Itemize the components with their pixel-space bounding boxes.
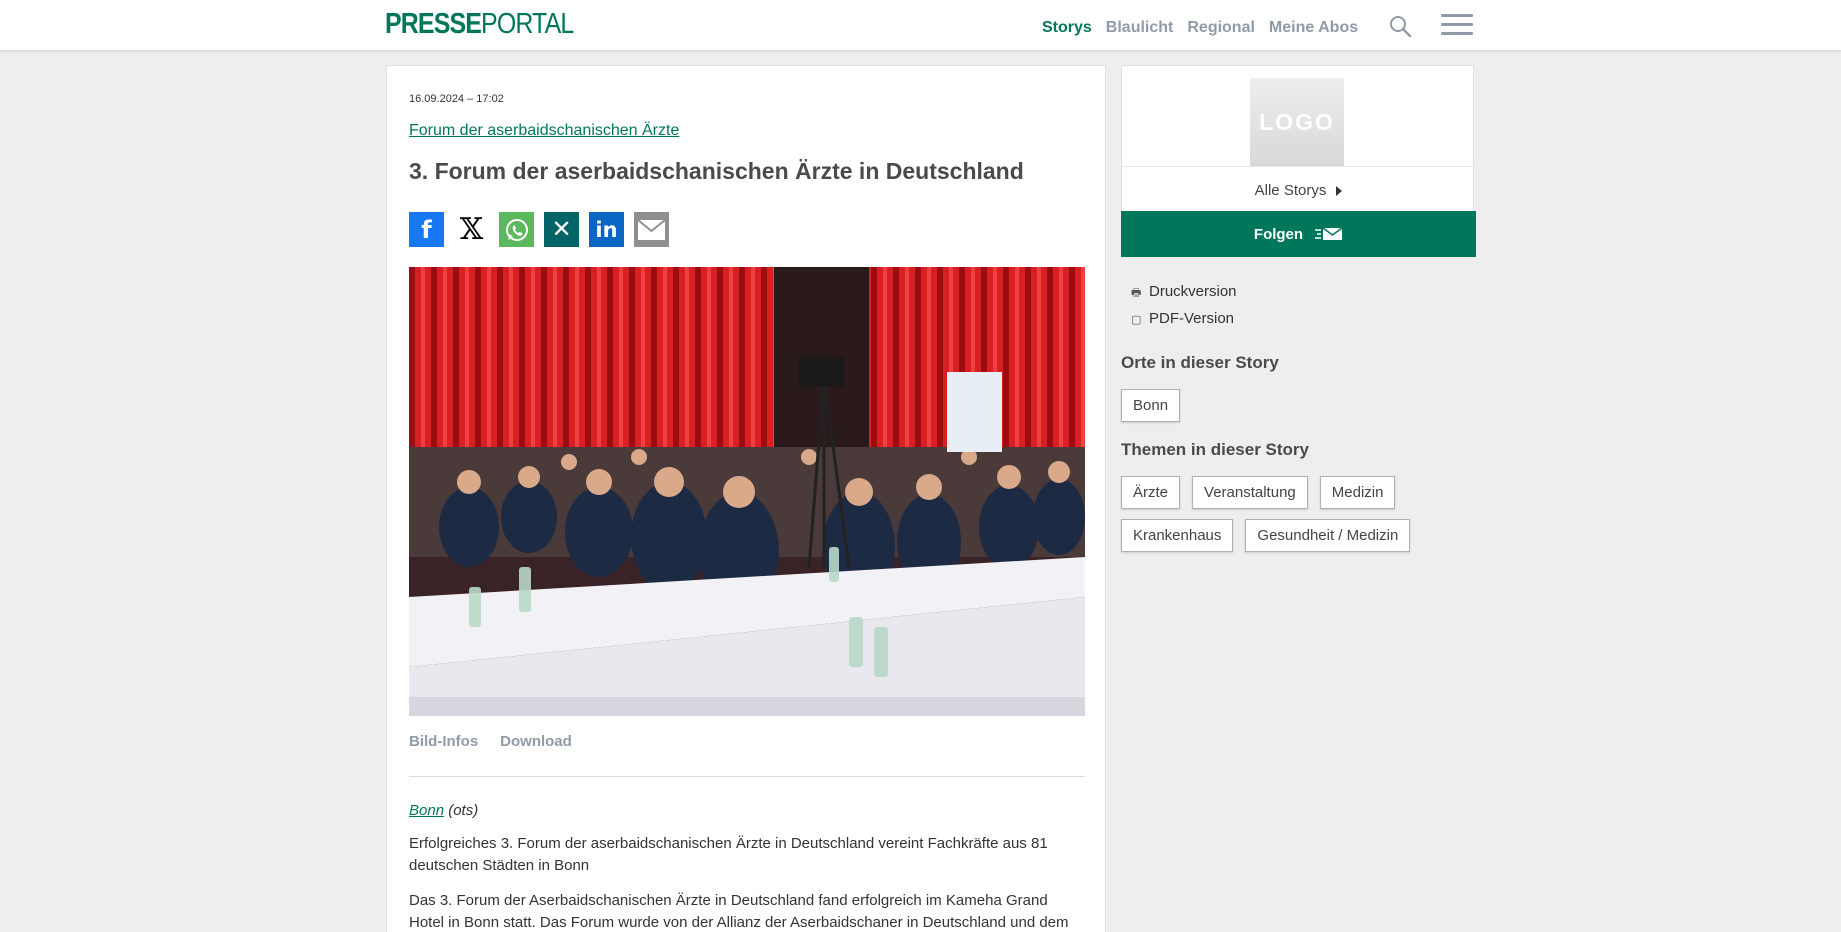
nav-blaulicht[interactable]: Blaulicht bbox=[1106, 19, 1174, 37]
linkedin-icon[interactable]: in bbox=[589, 212, 624, 247]
image-tabs: Bild-Infos Download bbox=[409, 733, 1085, 750]
top-bar: PRESSEPORTAL Storys Blaulicht Regional M… bbox=[0, 0, 1841, 51]
publisher-card: LOGO Alle Storys Folgen bbox=[1121, 65, 1476, 257]
menu-icon[interactable] bbox=[1441, 14, 1473, 38]
article-card: 16.09.2024 – 17:02 Forum der aserbaidsch… bbox=[386, 65, 1106, 932]
article-photo[interactable] bbox=[409, 267, 1085, 716]
share-bar: f 𝕏 ✕ in bbox=[409, 212, 1085, 247]
tag-krankenhaus[interactable]: Krankenhaus bbox=[1121, 519, 1234, 552]
follow-button[interactable]: Folgen bbox=[1121, 211, 1476, 257]
dateline: Bonn (ots) bbox=[409, 802, 1085, 819]
pdf-version-link[interactable]: ▢ PDF-Version bbox=[1131, 306, 1237, 333]
tag-medizin[interactable]: Medizin bbox=[1319, 476, 1396, 509]
tag-veranstaltung[interactable]: Veranstaltung bbox=[1192, 476, 1308, 509]
print-icon: 🖶 bbox=[1131, 287, 1142, 299]
print-version-link[interactable]: 🖶 Druckversion bbox=[1131, 279, 1237, 306]
facebook-icon[interactable]: f bbox=[409, 212, 444, 247]
nav-regional[interactable]: Regional bbox=[1187, 19, 1255, 37]
publisher-logo[interactable]: LOGO bbox=[1250, 78, 1344, 166]
xing-icon[interactable]: ✕ bbox=[544, 212, 579, 247]
presseportal-logo[interactable]: PRESSEPORTAL bbox=[385, 9, 574, 39]
all-stories-link[interactable]: Alle Storys bbox=[1122, 182, 1475, 199]
source-label: (ots) bbox=[448, 802, 479, 819]
company-link[interactable]: Forum der aserbaidschanischen Ärzte bbox=[409, 122, 1085, 140]
pdf-icon: ▢ bbox=[1131, 314, 1142, 326]
email-icon[interactable] bbox=[634, 212, 669, 247]
tag-aerzte[interactable]: Ärzte bbox=[1121, 476, 1181, 509]
nav-meine-abos[interactable]: Meine Abos bbox=[1269, 19, 1358, 37]
tag-gesundheit-medizin[interactable]: Gesundheit / Medizin bbox=[1245, 519, 1411, 552]
mail-follow-icon bbox=[1315, 227, 1343, 240]
main-nav: Storys Blaulicht Regional Meine Abos bbox=[1042, 19, 1358, 37]
print-links: 🖶 Druckversion ▢ PDF-Version bbox=[1131, 279, 1237, 333]
article-title: 3. Forum der aserbaidschanischen Ärzte i… bbox=[409, 158, 1024, 184]
places-tags: Bonn bbox=[1121, 389, 1474, 422]
bild-infos-tab[interactable]: Bild-Infos bbox=[409, 733, 478, 750]
whatsapp-icon[interactable] bbox=[499, 212, 534, 247]
location-link[interactable]: Bonn bbox=[409, 802, 444, 819]
divider bbox=[409, 776, 1085, 777]
search-icon[interactable] bbox=[1388, 14, 1412, 38]
x-icon[interactable]: 𝕏 bbox=[454, 212, 489, 247]
body-paragraph: Das 3. Forum der Aserbaidschanischen Ärz… bbox=[409, 892, 1069, 931]
article-date: 16.09.2024 – 17:02 bbox=[409, 93, 504, 105]
places-heading: Orte in dieser Story bbox=[1121, 353, 1279, 372]
nav-storys[interactable]: Storys bbox=[1042, 19, 1092, 37]
topics-tags: Ärzte Veranstaltung Medizin Krankenhaus … bbox=[1121, 476, 1441, 552]
caret-right-icon bbox=[1336, 186, 1343, 197]
download-tab[interactable]: Download bbox=[500, 733, 572, 750]
tag-bonn[interactable]: Bonn bbox=[1121, 389, 1181, 422]
divider bbox=[1122, 166, 1475, 167]
lead-paragraph: Erfolgreiches 3. Forum der aserbaidschan… bbox=[409, 835, 1048, 874]
topics-heading: Themen in dieser Story bbox=[1121, 440, 1309, 459]
